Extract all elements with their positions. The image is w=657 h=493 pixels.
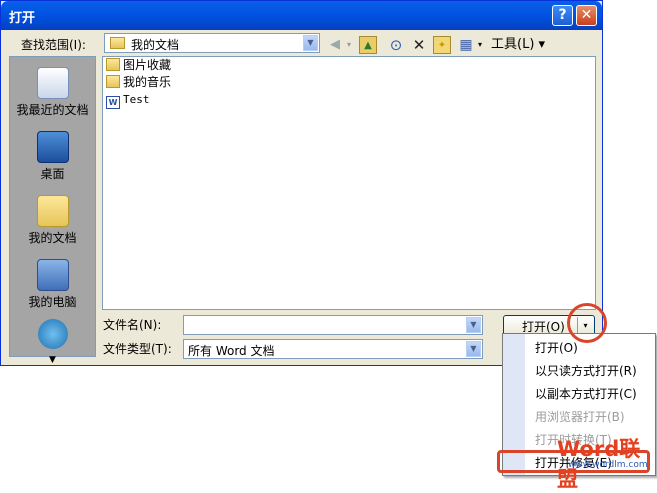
up-folder-icon[interactable]: ▲	[359, 36, 377, 54]
word-document-icon: W	[106, 96, 120, 109]
file-name: Test	[123, 93, 150, 106]
lookin-label: 查找范围(I):	[21, 38, 86, 52]
file-name: 图片收藏	[123, 58, 172, 72]
lookin-value: 我的文档	[131, 38, 180, 52]
menu-item-open-copy[interactable]: 以副本方式打开(C)	[535, 384, 637, 404]
place-label: 我最近的文档	[16, 103, 89, 117]
filetype-select[interactable]: 所有 Word 文档 ▼	[183, 339, 483, 359]
tools-label: 工具(L)	[491, 37, 535, 52]
list-item[interactable]: 图片收藏	[106, 57, 171, 74]
back-icon[interactable]: ◀	[327, 36, 343, 54]
views-icon[interactable]: ▦	[457, 36, 475, 54]
new-folder-icon[interactable]: ✦	[433, 36, 451, 54]
chevron-down-icon[interactable]: ▼	[466, 341, 481, 357]
back-dropdown-icon[interactable]: ▾	[345, 36, 353, 54]
list-item[interactable]: W Test	[106, 91, 150, 109]
place-my-computer[interactable]: 我的电脑	[10, 259, 95, 310]
place-label: 我的电脑	[28, 295, 77, 309]
place-my-documents[interactable]: 我的文档	[10, 195, 95, 246]
my-computer-icon	[36, 259, 69, 291]
chevron-down-icon[interactable]: ▼	[303, 35, 318, 51]
chevron-down-icon[interactable]: ▼	[466, 317, 481, 333]
title-bar[interactable]: 打开 ? ✕	[1, 1, 602, 30]
watermark-url: www.wordlm.com	[568, 460, 648, 470]
file-list[interactable]: 图片收藏 我的音乐 W Test	[102, 56, 596, 310]
folder-icon	[110, 37, 125, 49]
lookin-combo[interactable]: 我的文档 ▼	[104, 33, 320, 53]
place-label: 桌面	[40, 167, 65, 181]
close-button[interactable]: ✕	[576, 5, 597, 26]
help-button[interactable]: ?	[552, 5, 573, 26]
views-dropdown-icon[interactable]: ▾	[476, 36, 484, 54]
place-desktop[interactable]: 桌面	[10, 131, 95, 182]
search-web-icon[interactable]: ⊙	[387, 36, 405, 54]
menu-item-open-browser: 用浏览器打开(B)	[535, 410, 625, 424]
filetype-value: 所有 Word 文档	[188, 344, 275, 358]
dialog-title: 打开	[9, 11, 36, 26]
list-item[interactable]: 我的音乐	[106, 74, 171, 91]
folder-icon	[106, 75, 120, 88]
highlight-circle	[567, 303, 607, 343]
desktop-icon	[36, 131, 69, 163]
scroll-down-icon[interactable]: ▼	[49, 355, 56, 365]
place-label: 我的文档	[28, 231, 77, 245]
delete-icon[interactable]: ✕	[411, 36, 427, 54]
filetype-label: 文件类型(T):	[103, 342, 172, 356]
places-bar: 我最近的文档 桌面 我的文档 我的电脑 ▼	[9, 56, 96, 365]
file-name: 我的音乐	[123, 75, 172, 89]
filename-input[interactable]: ▼	[183, 315, 483, 335]
open-dialog: 打开 ? ✕ 查找范围(I): 我的文档 ▼ ◀ ▾ ▲ ⊙ ✕ ✦ ▦ ▾ 工…	[0, 0, 603, 366]
tools-menu[interactable]: 工具(L) ▾	[491, 36, 547, 54]
place-recent-documents[interactable]: 我最近的文档	[10, 67, 95, 118]
menu-item-open[interactable]: 打开(O)	[535, 338, 578, 358]
network-places-icon	[37, 319, 68, 349]
filename-label: 文件名(N):	[103, 318, 162, 332]
my-documents-icon	[36, 195, 69, 227]
recent-documents-icon	[36, 67, 69, 99]
folder-icon	[106, 58, 120, 71]
place-network[interactable]: ▼	[10, 319, 95, 365]
menu-item-open-readonly[interactable]: 以只读方式打开(R)	[535, 361, 637, 381]
